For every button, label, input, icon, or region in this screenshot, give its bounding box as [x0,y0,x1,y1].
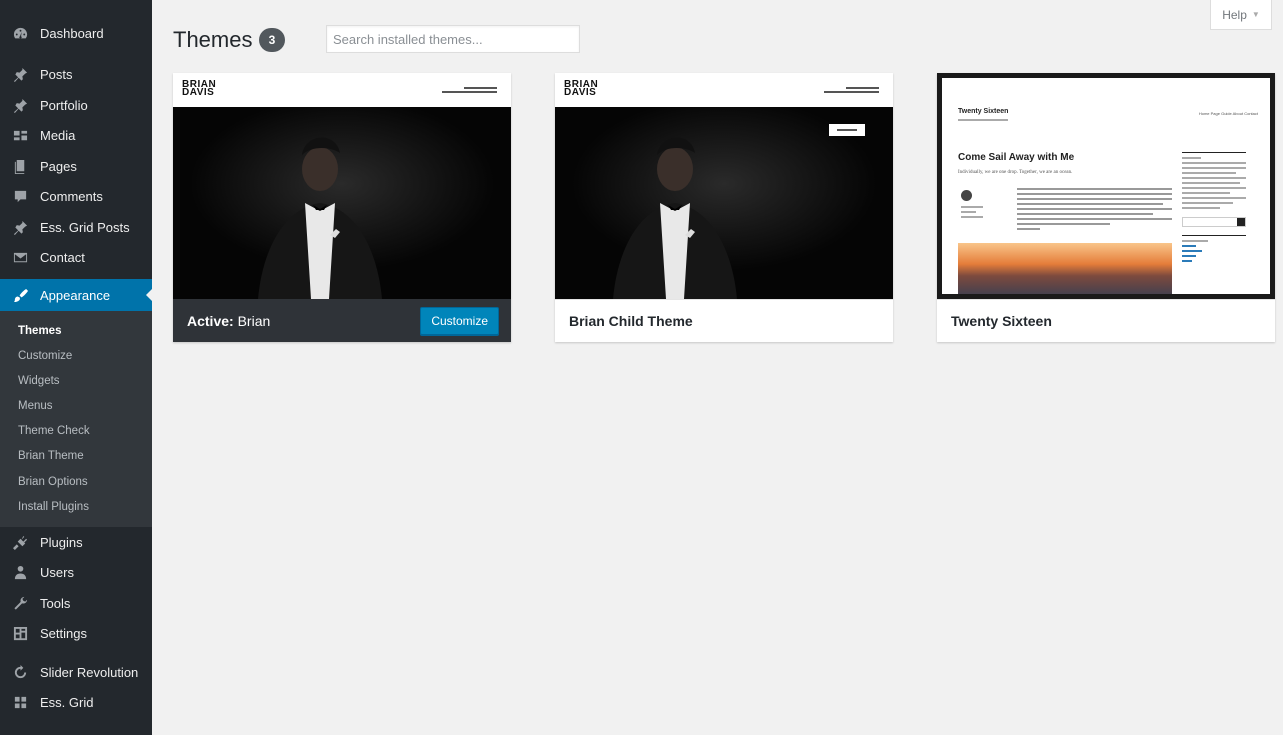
preview-nav: Home Page Guide About Contact [1198,111,1258,116]
sidebar-item-label: Users [40,565,74,580]
theme-card-twenty-sixteen[interactable]: Twenty Sixteen Home Page Guide About Con… [937,73,1275,342]
brand-logo: BRIAN DAVIS [564,79,599,98]
tuxedo-man-photo [173,107,511,299]
chevron-down-icon: ▼ [1251,10,1260,19]
settings-icon [12,626,28,642]
wrench-icon [12,595,28,611]
grid-icon [12,695,28,711]
submenu-theme-check[interactable]: Theme Check [0,419,152,444]
theme-name: Brian Child Theme [569,313,693,329]
pin-icon [12,97,28,113]
appearance-submenu: Themes Customize Widgets Menus Theme Che… [0,311,152,527]
menu-separator [0,49,152,60]
tuxedo-man-photo [555,107,893,299]
sidebar-item-pages[interactable]: Pages [0,151,152,182]
submenu-customize[interactable]: Customize [0,344,152,369]
screenshot-header: BRIAN DAVIS [555,73,893,107]
sidebar-item-media[interactable]: Media [0,121,152,152]
theme-screenshot: BRIAN DAVIS [173,73,511,299]
sidebar-item-label: Posts [40,67,73,83]
page-title: Themes [173,27,253,52]
theme-screenshot: BRIAN DAVIS [555,73,893,299]
preview-sidebar [1182,152,1246,265]
submenu-menus[interactable]: Menus [0,394,152,419]
submenu-brian-theme[interactable]: Brian Theme [0,444,152,469]
theme-footer: Active: Brian Customize [173,299,511,342]
sidebar-item-comments[interactable]: Comments [0,182,152,213]
sidebar-item-appearance[interactable]: Appearance [0,279,152,311]
comments-icon [12,189,28,205]
mail-icon [12,250,28,266]
search-themes-input[interactable] [326,25,580,53]
paintbrush-icon [12,287,28,303]
brand-tagline [442,87,497,95]
sidebar-item-label: Media [40,128,76,144]
avatar [961,190,972,201]
sidebar-item-users[interactable]: Users [0,557,152,588]
sidebar-item-label: Contact [40,250,85,266]
submenu-widgets[interactable]: Widgets [0,369,152,394]
sidebar-item-label: Tools [40,595,71,611]
sidebar-item-settings[interactable]: Settings [0,618,152,649]
sidebar-item-tools[interactable]: Tools [0,588,152,619]
sidebar-item-label: Ess. Grid [40,695,94,710]
pin-icon [12,67,28,83]
submenu-brian-options[interactable]: Brian Options [0,470,152,495]
customize-button[interactable]: Customize [420,306,499,335]
theme-screenshot: Twenty Sixteen Home Page Guide About Con… [937,73,1275,299]
theme-card-brian-child[interactable]: BRIAN DAVIS Brian Child Theme [555,73,893,342]
help-tab-button[interactable]: Help ▼ [1210,0,1272,30]
pages-icon [12,158,28,174]
sidebar-item-contact[interactable]: Contact [0,243,152,274]
preview-site-title: Twenty Sixteen [958,108,1009,115]
sidebar-item-label: Pages [40,158,77,174]
sidebar-item-label: Appearance [40,287,111,303]
sidebar-item-portfolio[interactable]: Portfolio [0,90,152,121]
sidebar-item-label: Comments [40,189,103,205]
users-icon [12,565,28,581]
screenshot-header: BRIAN DAVIS [173,73,511,107]
preview-excerpt: Individually, we are one drop. Together,… [958,170,1073,175]
media-icon [12,128,28,144]
submenu-install-plugins[interactable]: Install Plugins [0,495,152,520]
admin-sidebar: Dashboard Posts Portfolio Media Pages Co… [0,0,152,735]
dashboard-icon [12,25,28,41]
theme-card-brian[interactable]: BRIAN DAVIS Active: Brian Customize [173,73,511,342]
sidebar-item-ess-grid-posts[interactable]: Ess. Grid Posts [0,212,152,243]
preview-sunset-image [958,243,1172,294]
sidebar-item-label: Slider Revolution [40,664,139,680]
sidebar-item-label: Dashboard [40,25,104,41]
brand-tagline [824,87,879,95]
sidebar-item-slider-revolution[interactable]: Slider Revolution [0,657,152,688]
refresh-icon [12,664,28,680]
brand-logo: BRIAN DAVIS [182,79,217,98]
preview-body-text [1017,188,1172,233]
menu-separator [0,649,152,657]
sidebar-item-label: Settings [40,626,87,641]
sidebar-item-posts[interactable]: Posts [0,60,152,91]
screenshot-frame: Twenty Sixteen Home Page Guide About Con… [937,73,1275,299]
preview-tagline [958,119,1008,121]
preview-post-title: Come Sail Away with Me [958,152,1075,163]
help-label: Help [1222,7,1247,22]
sidebar-item-label: Ess. Grid Posts [40,219,130,235]
theme-count-badge: 3 [259,28,285,52]
sidebar-item-label: Portfolio [40,97,88,113]
pin-icon [12,219,28,235]
theme-footer: Twenty Sixteen [937,299,1275,342]
sidebar-item-ess-grid[interactable]: Ess. Grid [0,687,152,718]
theme-name: Twenty Sixteen [951,313,1052,329]
submenu-themes[interactable]: Themes [0,319,152,344]
sidebar-item-plugins[interactable]: Plugins [0,527,152,558]
plugin-icon [12,534,28,550]
sidebar-item-label: Plugins [40,534,83,550]
theme-name: Active: Brian [187,312,271,329]
preview-meta [961,206,983,221]
theme-footer: Brian Child Theme [555,299,893,342]
preview-page: Twenty Sixteen Home Page Guide About Con… [942,78,1270,294]
sidebar-item-dashboard[interactable]: Dashboard [0,18,152,49]
